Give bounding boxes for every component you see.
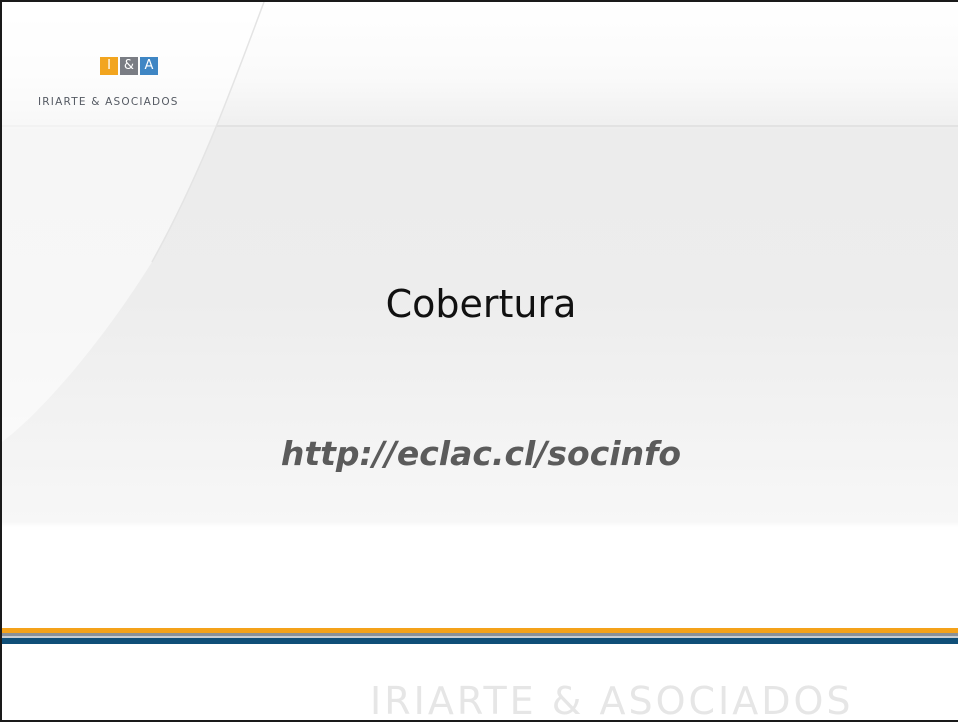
footer-watermark: IRIARTE & ASOCIADOS	[370, 679, 854, 722]
company-logo: I & A	[100, 57, 158, 75]
header-divider	[2, 125, 958, 127]
logo-letter-i: I	[100, 57, 118, 75]
slide-link[interactable]: http://eclac.cl/socinfo	[2, 434, 958, 473]
logo-letter-a: A	[140, 57, 158, 75]
slide: I & A IRIARTE & ASOCIADOS Cobertura http…	[0, 0, 958, 722]
footer-stripe-navy	[2, 638, 958, 644]
logo-ampersand: &	[120, 57, 138, 75]
company-name: IRIARTE & ASOCIADOS	[38, 96, 179, 108]
slide-title: Cobertura	[385, 282, 577, 326]
